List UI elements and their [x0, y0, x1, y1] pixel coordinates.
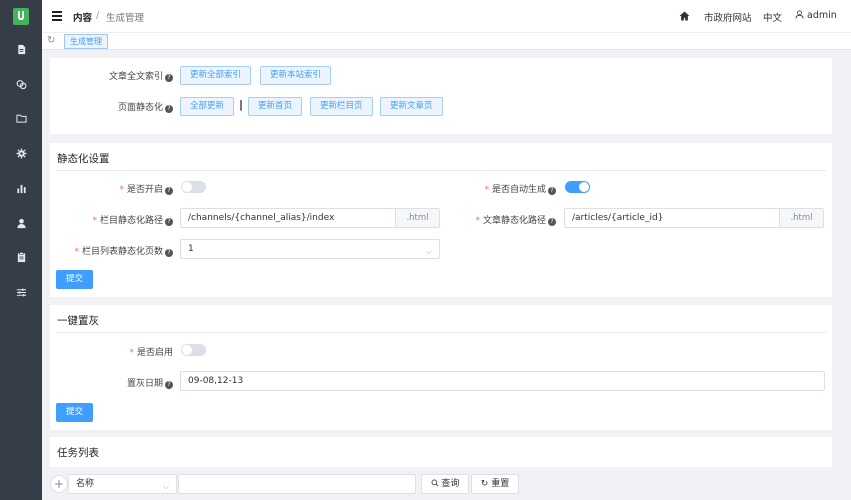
- reset-icon: ↻: [480, 479, 489, 489]
- card-title: 静态化设置: [57, 153, 110, 165]
- help-icon[interactable]: ?: [548, 218, 556, 226]
- field-select-value: 名称: [76, 479, 95, 489]
- article-path-suffix: .html: [780, 208, 824, 228]
- update-home-button[interactable]: 更新首页: [248, 97, 303, 116]
- gray-date-input[interactable]: 09-08,12-13: [180, 371, 825, 391]
- folder-icon[interactable]: [13, 110, 29, 126]
- breadcrumb-current: 生成管理: [106, 13, 145, 24]
- index-card: 文章全文索引? 更新全部索引 更新本站索引 页面静态化? 全部更新 | 更新首页…: [50, 58, 832, 134]
- user-outline-icon: [795, 10, 804, 19]
- tab-bar: ↻ 生成管理: [42, 32, 851, 50]
- list-pages-select[interactable]: 1 ⌵: [180, 239, 440, 259]
- clipboard-icon[interactable]: [13, 249, 29, 265]
- app-logo[interactable]: U: [13, 8, 29, 25]
- channel-path-label: * 栏目静态化路径?: [92, 213, 173, 226]
- update-channels-button[interactable]: 更新栏目页: [310, 97, 373, 116]
- article-path-input[interactable]: /articles/{article_id}: [564, 208, 780, 228]
- field-select[interactable]: 名称 ⌵: [68, 474, 177, 494]
- help-icon[interactable]: ?: [165, 74, 173, 82]
- menu-toggle-icon[interactable]: [52, 11, 62, 21]
- language-switcher[interactable]: 中文: [763, 10, 782, 24]
- gear-icon[interactable]: [13, 145, 29, 161]
- document-icon[interactable]: [13, 41, 29, 57]
- user-icon[interactable]: [13, 215, 29, 231]
- help-icon[interactable]: ?: [548, 187, 556, 195]
- gray-mode-card: 一键置灰 * 是否启用 置灰日期? 09-08,12-13 提交: [50, 305, 832, 430]
- home-icon[interactable]: [679, 11, 690, 21]
- button-separator: |: [239, 98, 244, 111]
- reset-label: 重置: [491, 479, 510, 489]
- user-menu[interactable]: admin: [795, 10, 837, 21]
- help-icon[interactable]: ?: [165, 381, 173, 389]
- breadcrumb-root[interactable]: 内容: [73, 10, 92, 24]
- tab-generate-management[interactable]: 生成管理: [64, 34, 108, 49]
- card-title: 任务列表: [57, 447, 99, 459]
- chevron-down-icon: ⌵: [162, 482, 169, 491]
- user-name: admin: [807, 10, 837, 21]
- gray-submit-button[interactable]: 提交: [56, 403, 93, 422]
- list-pages-label: * 栏目列表静态化页数?: [74, 244, 173, 257]
- article-path-label: * 文章静态化路径?: [475, 213, 556, 226]
- query-label: 查询: [441, 479, 460, 489]
- chevron-down-icon: ⌵: [425, 247, 432, 256]
- channel-path-input[interactable]: /channels/{channel_alias}/index: [180, 208, 396, 228]
- top-header: 内容 / 生成管理 市政府网站 中文 admin: [42, 0, 851, 32]
- bar-chart-icon[interactable]: [13, 180, 29, 196]
- chat-icon[interactable]: [13, 76, 29, 92]
- static-settings-card: 静态化设置 * 是否开启? * 是否自动生成? * 栏目静态化路径? /channel…: [50, 143, 832, 297]
- search-icon: [431, 479, 439, 487]
- update-articles-button[interactable]: 更新文章页: [380, 97, 443, 116]
- auto-generate-toggle[interactable]: [565, 181, 590, 193]
- breadcrumb-separator: /: [96, 10, 100, 21]
- reset-button[interactable]: ↻ 重置: [471, 474, 519, 494]
- query-button[interactable]: 查询: [421, 474, 469, 494]
- enable-static-toggle[interactable]: [181, 181, 206, 193]
- auto-generate-label: * 是否自动生成?: [484, 182, 556, 195]
- update-site-index-button[interactable]: 更新本站索引: [260, 66, 332, 85]
- help-icon[interactable]: ?: [165, 249, 173, 257]
- task-list-card: 任务列表: [50, 437, 832, 467]
- search-input[interactable]: [178, 474, 416, 494]
- divider: [56, 170, 826, 171]
- sidebar: U: [0, 0, 42, 500]
- gray-date-label: 置灰日期?: [127, 376, 173, 389]
- gray-enable-label: * 是否启用: [129, 348, 173, 358]
- static-submit-button[interactable]: 提交: [56, 270, 93, 289]
- card-title: 一键置灰: [57, 315, 99, 327]
- help-icon[interactable]: ?: [165, 218, 173, 226]
- add-icon[interactable]: +: [50, 475, 68, 493]
- update-all-index-button[interactable]: 更新全部索引: [180, 66, 252, 85]
- channel-path-suffix: .html: [396, 208, 440, 228]
- refresh-icon[interactable]: ↻: [47, 35, 59, 47]
- gray-enable-toggle[interactable]: [181, 344, 206, 356]
- enable-static-label: * 是否开启?: [119, 182, 173, 195]
- fulltext-index-label: 文章全文索引?: [109, 69, 173, 82]
- help-icon[interactable]: ?: [165, 105, 173, 113]
- help-icon[interactable]: ?: [165, 187, 173, 195]
- list-pages-value: 1: [188, 244, 194, 254]
- divider: [56, 332, 826, 333]
- page-static-label: 页面静态化?: [118, 100, 173, 113]
- update-all-button[interactable]: 全部更新: [180, 97, 235, 116]
- site-switcher[interactable]: 市政府网站: [704, 10, 752, 24]
- sliders-icon[interactable]: [13, 284, 29, 300]
